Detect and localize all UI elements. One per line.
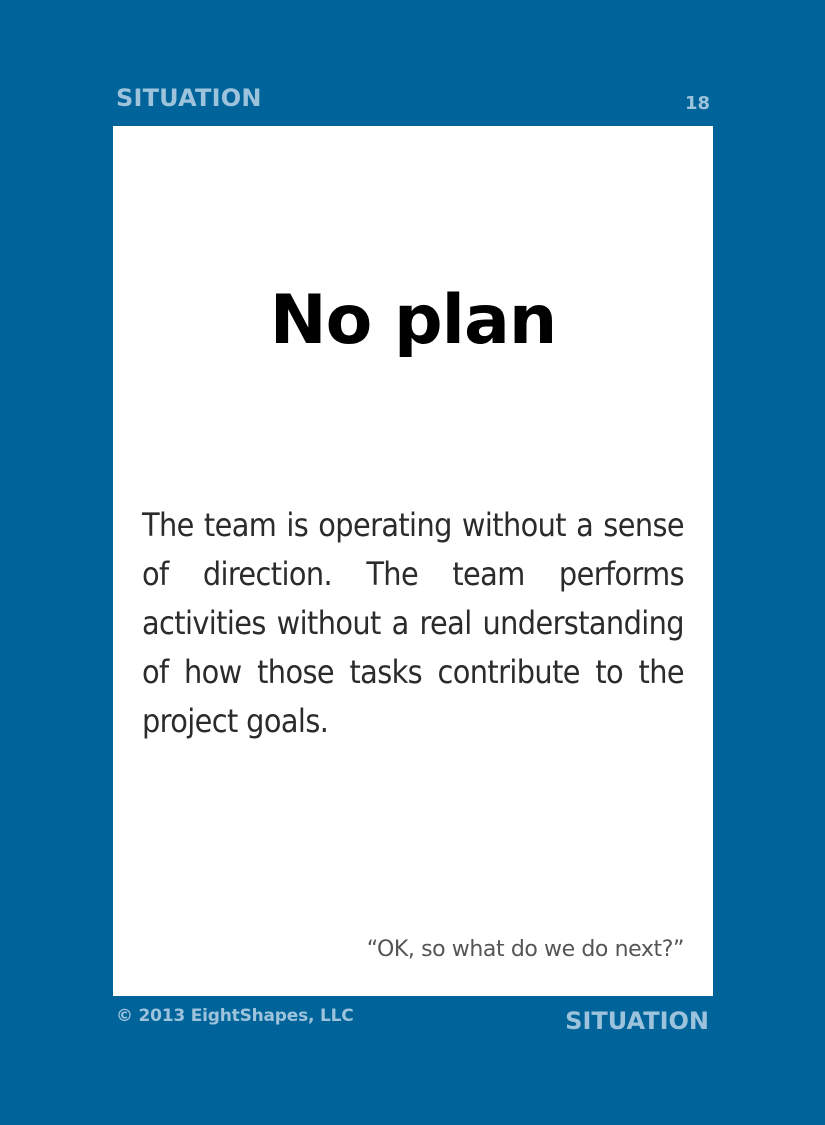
card-number: 18 [684, 93, 710, 114]
card-description: The team is operating without a sense of… [142, 506, 685, 740]
category-label-top: SITUATION [116, 84, 262, 112]
situation-card: SITUATION 18 No plan The team is operati… [0, 0, 825, 1125]
copyright-text: © 2013 EightShapes, LLC [116, 1006, 354, 1026]
card-title: No plan [269, 281, 558, 360]
card-content-panel: No plan The team is operating without a … [113, 126, 713, 996]
card-quote: “OK, so what do we do next?” [366, 937, 685, 962]
category-label-bottom: SITUATION [565, 1007, 709, 1035]
